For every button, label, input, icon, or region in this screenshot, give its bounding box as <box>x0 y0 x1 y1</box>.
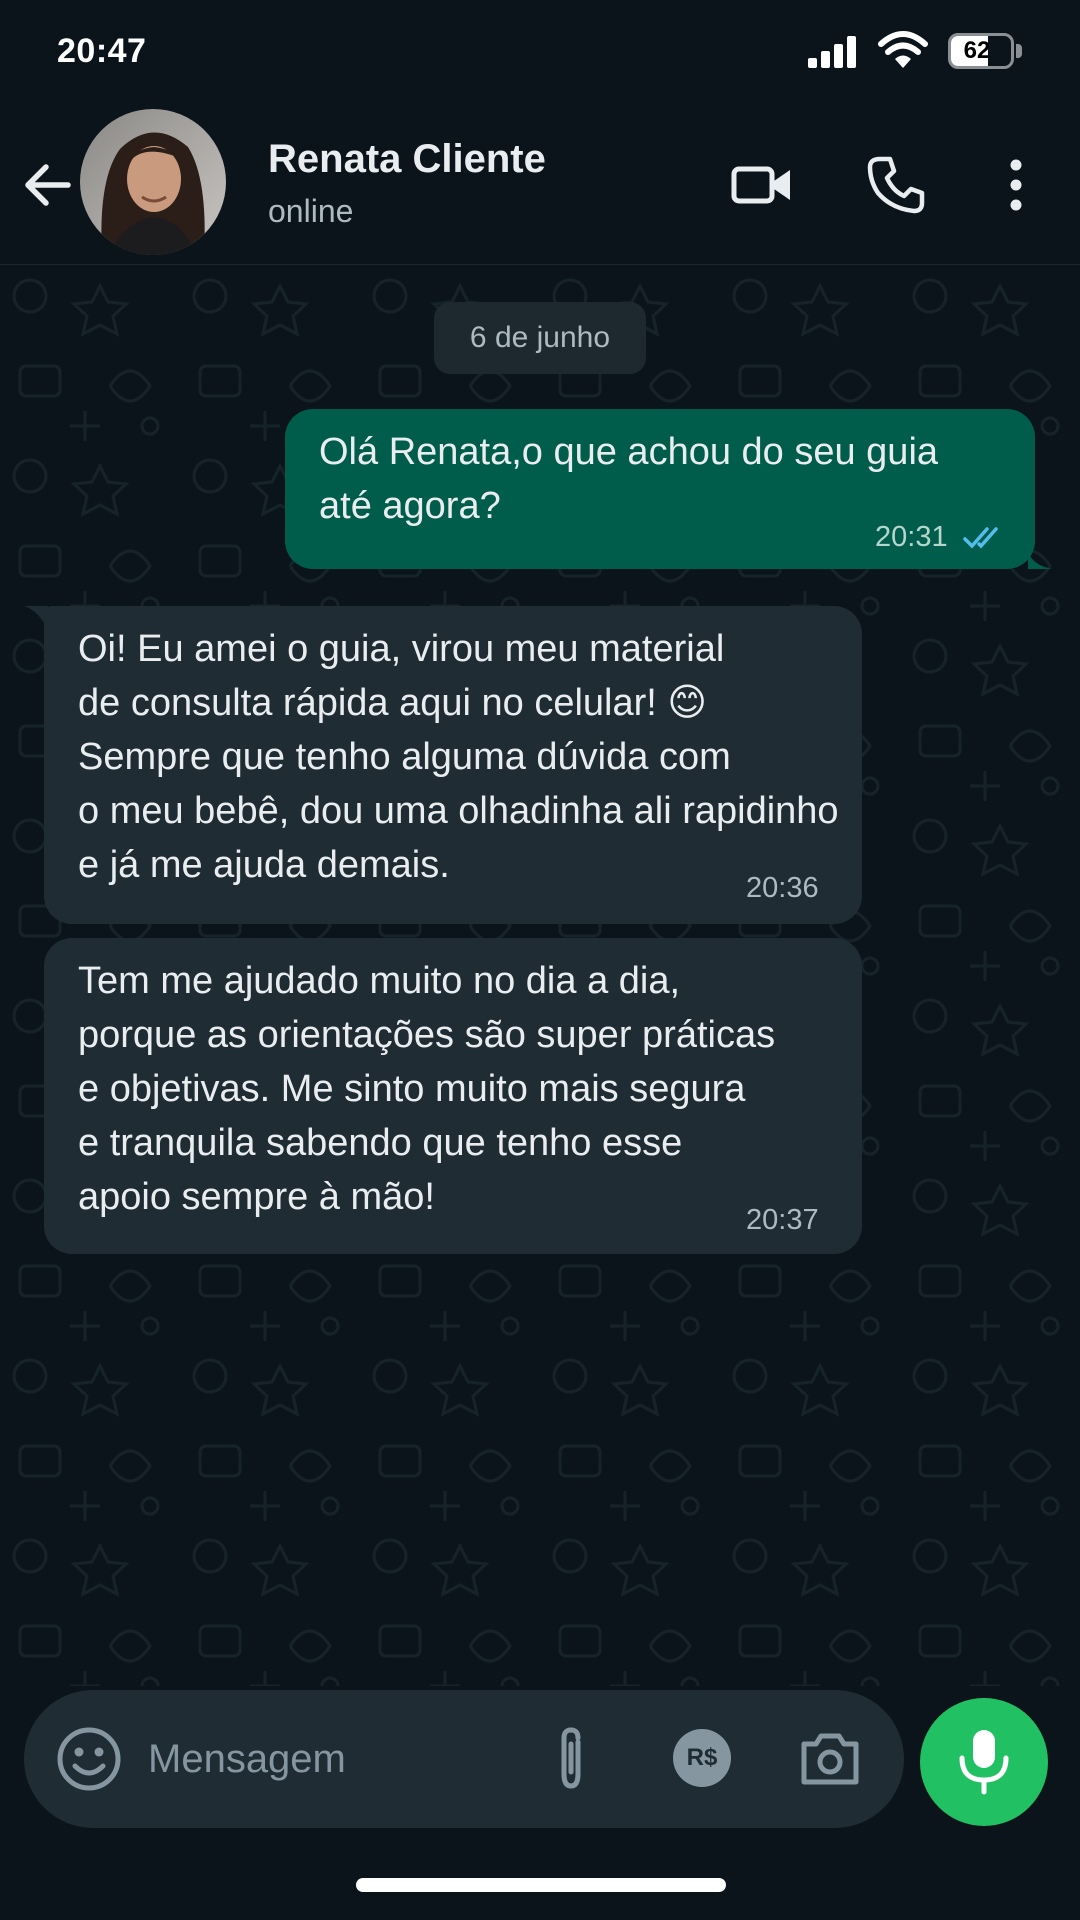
chat-screen: 20:47 62 Renata Cliente online 6 de junh… <box>0 0 1080 1920</box>
message-line: até agora? <box>319 485 501 527</box>
battery-body: 62 <box>948 33 1014 69</box>
incoming-message[interactable]: Oi! Eu amei o guia, virou meu material d… <box>44 606 862 924</box>
video-camera-icon[interactable] <box>730 155 794 215</box>
message-line: o meu bebê, dou uma olhadinha ali rapidi… <box>78 790 839 832</box>
camera-icon[interactable] <box>798 1728 862 1788</box>
microphone-icon <box>959 1730 1009 1795</box>
message-line: e tranquila sabendo que tenho esse <box>78 1122 683 1164</box>
smiley-icon[interactable] <box>54 1724 124 1794</box>
more-vertical-icon[interactable] <box>1000 157 1032 213</box>
chat-header: Renata Cliente online <box>0 105 1080 265</box>
message-composer: R$ <box>24 1690 904 1828</box>
avatar[interactable] <box>80 109 226 255</box>
status-time: 20:47 <box>57 32 147 70</box>
message-time: 20:37 <box>746 1204 819 1236</box>
payment-button[interactable]: R$ <box>670 1726 734 1790</box>
wifi-icon <box>878 31 928 68</box>
message-line: e objetivas. Me sinto muito mais segura <box>78 1068 746 1110</box>
message-time: 20:31 <box>875 521 948 553</box>
outgoing-message[interactable]: Olá Renata,o que achou do seu guia até a… <box>285 409 1035 569</box>
back-arrow-icon[interactable] <box>18 155 78 215</box>
battery-percent: 62 <box>963 37 991 64</box>
battery-indicator: 62 <box>948 33 1022 69</box>
message-line: Tem me ajudado muito no dia a dia, <box>78 960 681 1002</box>
chat-area[interactable]: 6 de junho Olá Renata,o que achou do seu… <box>0 266 1080 1686</box>
date-chip: 6 de junho <box>434 302 646 374</box>
payment-label: R$ <box>686 1744 718 1771</box>
message-line: Olá Renata,o que achou do seu guia <box>319 431 939 473</box>
incoming-message[interactable]: Tem me ajudado muito no dia a dia, porqu… <box>44 938 862 1254</box>
message-line: apoio sempre à mão! <box>78 1176 435 1218</box>
microphone-button[interactable] <box>920 1698 1048 1826</box>
contact-name[interactable]: Renata Cliente <box>268 137 546 182</box>
status-bar: 20:47 62 <box>0 0 1080 105</box>
message-line: e já me ajuda demais. <box>78 844 450 886</box>
paperclip-icon[interactable] <box>544 1726 598 1792</box>
message-input[interactable] <box>148 1720 548 1798</box>
read-receipt-icon <box>963 527 998 549</box>
cell-signal-icon <box>808 36 856 68</box>
phone-icon[interactable] <box>866 153 926 215</box>
message-time: 20:36 <box>746 872 819 904</box>
message-line: Sempre que tenho alguma dúvida com <box>78 736 731 778</box>
battery-cap <box>1016 44 1022 58</box>
message-line: Oi! Eu amei o guia, virou meu material <box>78 628 725 670</box>
home-indicator[interactable] <box>356 1878 726 1892</box>
message-line: de consulta rápida aqui no celular! 😊 <box>78 682 708 724</box>
contact-status: online <box>268 193 354 229</box>
outgoing-bubble-tail <box>1028 551 1052 569</box>
message-line: porque as orientações são super práticas <box>78 1014 776 1056</box>
